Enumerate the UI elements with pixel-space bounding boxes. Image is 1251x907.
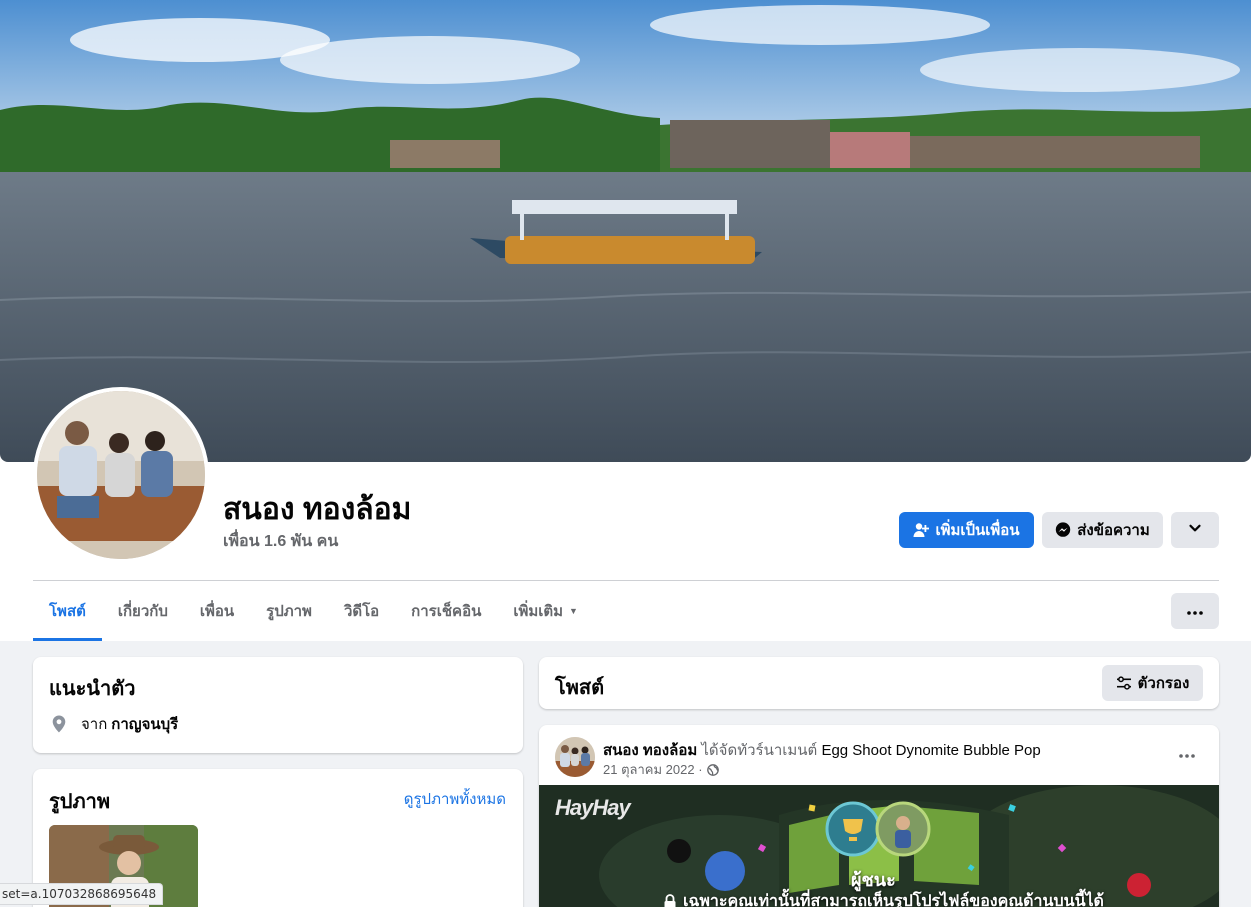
intro-title: แนะนำตัว [49,678,136,700]
post-author-avatar[interactable] [555,737,595,777]
post-media[interactable]: HayHay ผู้ชนะ เฉพาะคุณเท่านั้นที่สามารถเ… [539,785,1219,907]
tab-label: โพสต์ [49,603,86,620]
tab-label: เกี่ยวกับ [117,603,168,620]
tab-label: รูปภาพ [266,603,312,620]
cover-photo[interactable] [0,0,1251,462]
tab-checkins[interactable]: การเช็คอิน [395,581,497,641]
tab-label: เพื่อน [199,603,235,620]
post-action-text: ได้จัดทัวร์นาเมนต์ [701,742,818,759]
see-all-photos-link[interactable]: ดูรูปภาพทั้งหมด [404,787,506,811]
tab-videos[interactable]: วิดีโอ [328,581,395,641]
game-brand-logo: HayHay [555,795,631,820]
post-date[interactable]: 21 ตุลาคม 2022 · [603,759,703,780]
posts-header-card: โพสต์ ตัวกรอง [539,657,1219,709]
post-options-button[interactable] [1169,741,1205,767]
messenger-icon [1055,522,1071,538]
privacy-note: เฉพาะคุณเท่านั้นที่สามารถเห็นรูปโปรไฟล์ข… [663,889,1104,907]
friends-count[interactable]: เพื่อน 1.6 พัน คน [223,529,338,554]
profile-picture[interactable] [33,387,209,563]
tab-label: เพิ่มเติม [513,603,564,620]
filter-icon [1116,675,1132,691]
profile-tabs: โพสต์ เกี่ยวกับ เพื่อน รูปภาพ วิดีโอ การ… [33,581,594,641]
hometown-row: จาก กาญจนบุรี [49,712,178,736]
profile-name: สนอง ทองล้อม [223,493,412,526]
post-game-link[interactable]: Egg Shoot Dynomite Bubble Pop [821,742,1040,759]
filter-label: ตัวกรอง [1137,675,1190,692]
tab-more[interactable]: เพิ่มเติม ▼ [497,581,594,641]
filter-button[interactable]: ตัวกรอง [1102,665,1203,701]
tab-friends[interactable]: เพื่อน [184,581,250,641]
cover-photo-image [0,0,1251,462]
intro-card: แนะนำตัว จาก กาญจนบุรี [33,657,523,753]
photos-title: รูปภาพ [49,791,111,813]
send-message-button[interactable]: ส่งข้อความ [1042,512,1163,548]
hometown-link[interactable]: กาญจนบุรี [111,712,178,736]
post-card: สนอง ทองล้อม ได้จัดทัวร์นาเมนต์ Egg Shoo… [539,725,1219,907]
tab-photos[interactable]: รูปภาพ [250,581,328,641]
ellipsis-icon [1187,602,1203,620]
posts-title: โพสต์ [555,677,605,699]
add-friend-label: เพิ่มเป็นเพื่อน [935,522,1020,539]
location-pin-icon [49,714,69,734]
lock-icon [663,893,677,907]
ellipsis-icon [1179,745,1195,763]
tabs-more-options-button[interactable] [1171,593,1219,629]
from-label: จาก [81,716,108,733]
tab-about[interactable]: เกี่ยวกับ [102,581,184,641]
tab-label: วิดีโอ [343,603,380,620]
more-actions-button[interactable] [1171,512,1219,548]
post-author-avatar-image [555,737,595,777]
add-friend-button[interactable]: เพิ่มเป็นเพื่อน [899,512,1034,548]
globe-icon [706,763,719,776]
status-bar-url: set=a.107032868695648 [0,883,164,905]
add-friend-icon [913,522,930,538]
post-meta: 21 ตุลาคม 2022 · [603,759,719,780]
chevron-down-icon [1188,521,1202,539]
profile-picture-image [37,391,205,559]
post-author-link[interactable]: สนอง ทองล้อม [603,742,697,759]
tab-label: การเช็คอิน [411,603,482,620]
send-message-label: ส่งข้อความ [1077,522,1150,539]
caret-down-icon: ▼ [569,606,578,616]
profile-header: สนอง ทองล้อม เพื่อน 1.6 พัน คน เพิ่มเป็น… [0,0,1251,641]
tab-posts[interactable]: โพสต์ [33,581,102,641]
privacy-note-text: เฉพาะคุณเท่านั้นที่สามารถเห็นรูปโปรไฟล์ข… [683,893,1104,907]
